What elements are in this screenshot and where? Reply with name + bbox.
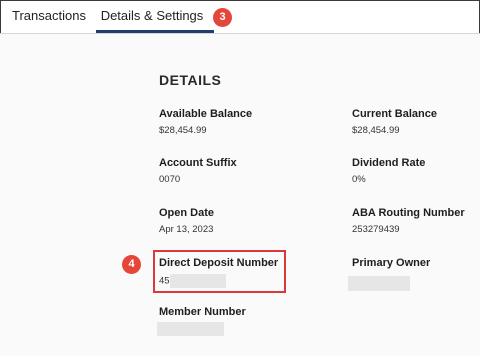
aba-routing-number-field: ABA Routing Number 253279439 xyxy=(352,207,465,235)
aba-routing-number-value: 253279439 xyxy=(352,224,400,235)
current-balance-value: $28,454.99 xyxy=(352,125,400,136)
tab-details-settings[interactable]: Details & Settings xyxy=(96,0,214,33)
aba-routing-number-label: ABA Routing Number xyxy=(352,207,465,219)
tab-transactions[interactable]: Transactions xyxy=(12,0,86,33)
open-date-label: Open Date xyxy=(159,207,215,219)
member-number-field: Member Number xyxy=(159,306,246,318)
tab-bar: Transactions Details & Settings xyxy=(0,0,480,34)
redacted-value xyxy=(348,276,410,291)
active-tab-indicator xyxy=(96,30,214,33)
dividend-rate-label: Dividend Rate xyxy=(352,157,426,169)
primary-owner-field: Primary Owner xyxy=(352,257,430,269)
available-balance-value: $28,454.99 xyxy=(159,125,207,136)
redacted-value xyxy=(157,322,224,336)
direct-deposit-highlight xyxy=(153,250,286,293)
primary-owner-label: Primary Owner xyxy=(352,257,431,269)
available-balance-label: Available Balance xyxy=(159,108,253,120)
current-balance-label: Current Balance xyxy=(352,108,437,120)
current-balance-field: Current Balance $28,454.99 xyxy=(352,108,437,136)
step-marker-4: 4 xyxy=(122,255,141,274)
available-balance-field: Available Balance $28,454.99 xyxy=(159,108,252,136)
open-date-field: Open Date Apr 13, 2023 xyxy=(159,207,214,235)
step-marker-3: 3 xyxy=(213,8,232,27)
account-suffix-field: Account Suffix 0070 xyxy=(159,157,237,185)
open-date-value: Apr 13, 2023 xyxy=(159,224,214,235)
account-suffix-value: 0070 xyxy=(159,174,181,185)
details-heading: DETAILS xyxy=(159,72,222,88)
member-number-label: Member Number xyxy=(159,306,246,318)
dividend-rate-value: 0% xyxy=(352,174,366,185)
dividend-rate-field: Dividend Rate 0% xyxy=(352,157,425,185)
account-suffix-label: Account Suffix xyxy=(159,157,237,169)
